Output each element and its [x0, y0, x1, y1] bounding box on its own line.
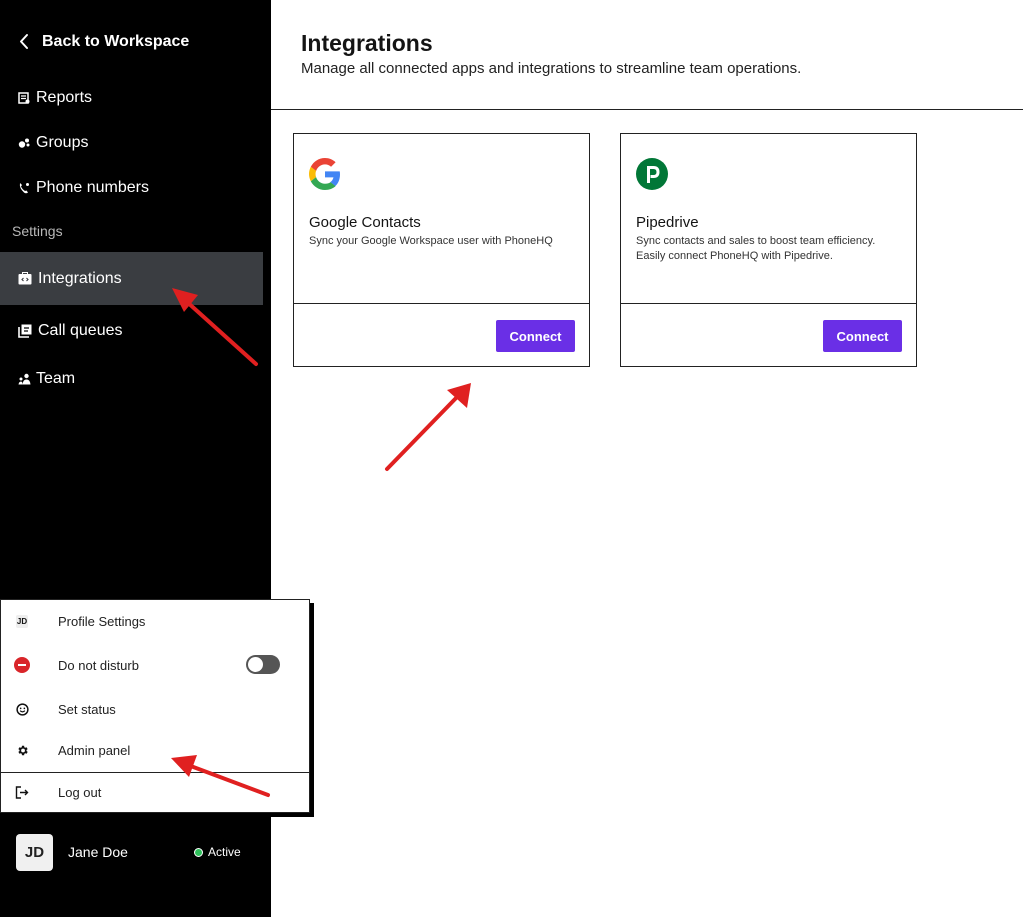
integration-card-pipedrive: Pipedrive Sync contacts and sales to boo…: [620, 133, 917, 367]
avatar[interactable]: JD: [16, 834, 53, 871]
user-menu: JD Profile Settings Do not disturb Set s…: [0, 599, 310, 813]
integrations-icon: [12, 267, 38, 291]
page-subtitle: Manage all connected apps and integratio…: [301, 60, 802, 77]
page-header: Integrations Manage all connected apps a…: [271, 0, 1023, 110]
page-title: Integrations: [301, 30, 433, 56]
menu-item-label: Set status: [58, 701, 116, 717]
current-user[interactable]: JD Jane Doe Active: [16, 834, 256, 871]
pipedrive-icon: [636, 158, 668, 190]
user-name: Jane Doe: [68, 844, 128, 860]
sidebar-item-reports[interactable]: Reports: [0, 86, 263, 110]
logout-icon: [13, 784, 31, 802]
chevron-left-icon: [18, 30, 42, 54]
menu-item-do-not-disturb[interactable]: Do not disturb: [1, 645, 309, 685]
back-to-workspace-link[interactable]: Back to Workspace: [18, 30, 189, 54]
sidebar-item-label: Call queues: [38, 322, 123, 339]
menu-item-label: Admin panel: [58, 742, 131, 758]
google-icon: [309, 158, 341, 190]
sidebar-item-integrations[interactable]: Integrations: [0, 252, 263, 305]
smiley-icon: [13, 700, 31, 718]
sidebar-item-label: Groups: [36, 134, 89, 151]
call-queues-icon: [12, 319, 38, 343]
groups-icon: [12, 131, 36, 155]
do-not-disturb-toggle[interactable]: [246, 655, 280, 674]
menu-item-label: Do not disturb: [58, 657, 139, 673]
menu-item-label: Profile Settings: [58, 613, 146, 629]
sidebar-item-call-queues[interactable]: Call queues: [0, 319, 263, 343]
sidebar-item-groups[interactable]: Groups: [0, 131, 263, 155]
menu-item-profile-settings[interactable]: JD Profile Settings: [1, 601, 309, 641]
connect-pipedrive-button[interactable]: Connect: [823, 320, 902, 352]
sidebar-item-team[interactable]: Team: [0, 367, 263, 391]
gear-icon: [13, 741, 31, 759]
sidebar-item-label: Team: [36, 370, 76, 387]
integration-description: Sync contacts and sales to boost team ef…: [636, 235, 876, 262]
back-label: Back to Workspace: [42, 33, 190, 50]
menu-item-set-status[interactable]: Set status: [1, 689, 309, 729]
sidebar-item-label: Integrations: [38, 269, 122, 287]
profile-avatar-icon: JD: [15, 614, 29, 628]
integration-name: Pipedrive: [636, 214, 699, 231]
reports-icon: [12, 86, 36, 110]
integration-description: Sync your Google Workspace user with Pho…: [309, 235, 553, 247]
do-not-disturb-icon: [13, 656, 31, 674]
status-badge: Active: [194, 845, 241, 859]
connect-google-button[interactable]: Connect: [496, 320, 575, 352]
card-divider: [621, 303, 916, 304]
status-dot-icon: [194, 847, 203, 857]
annotation-arrow-connect: [385, 383, 471, 471]
menu-item-log-out[interactable]: Log out: [1, 772, 309, 812]
status-label: Active: [208, 845, 241, 859]
sidebar-item-phone-numbers[interactable]: Phone numbers: [0, 176, 263, 200]
menu-item-label: Log out: [58, 785, 102, 800]
integration-name: Google Contacts: [309, 214, 421, 231]
integration-card-google-contacts: Google Contacts Sync your Google Workspa…: [293, 133, 590, 367]
phone-icon: [12, 176, 36, 200]
sidebar-item-label: Reports: [36, 89, 93, 106]
team-icon: [12, 367, 36, 391]
menu-item-admin-panel[interactable]: Admin panel: [1, 730, 309, 770]
settings-section-label: Settings: [12, 223, 63, 239]
sidebar-item-label: Phone numbers: [36, 179, 149, 196]
card-divider: [294, 303, 589, 304]
